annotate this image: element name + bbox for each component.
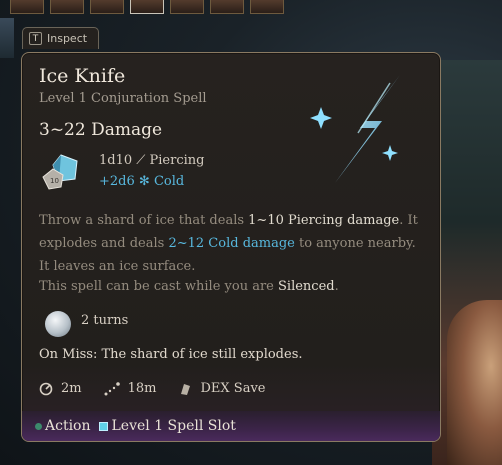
action-cost: Action [35,418,91,434]
primary-damage-dice: 1d10 [99,153,133,168]
aoe-radius: 2m [61,381,82,396]
spell-title: Ice Knife [39,65,126,87]
radius-icon [39,382,53,395]
description-text: Throw a shard of ice that deals [39,213,249,228]
spell-slot-cost: Level 1 Spell Slot [98,418,236,434]
primary-damage: 1d10 ⟋ Piercing [99,153,204,168]
secondary-damage: +2d6 ✻ Cold [99,174,184,189]
dagger-icon: ⟋ [136,153,146,168]
hotbar-slot[interactable] [210,0,244,14]
save-icon [181,383,191,395]
spell-description: Throw a shard of ice that deals 1~10 Pie… [39,209,429,278]
silenced-text: . [334,279,339,294]
inspect-tab[interactable]: T Inspect [22,27,99,49]
snowflake-icon: ✻ [138,174,150,189]
background-character [447,300,502,465]
hotbar-slot[interactable] [90,0,124,14]
range-value: 18m [127,381,157,396]
inspect-label: Inspect [47,32,88,45]
secondary-damage-type: Cold [153,174,185,189]
duration: 2 turns [81,313,129,328]
cost-bar: Action Level 1 Spell Slot [22,411,440,441]
hotbar-slot[interactable] [50,0,84,14]
damage-range: 3~22 Damage [39,120,163,140]
dice-icon: 10 [42,154,78,190]
save-stat: DEX Save [178,381,265,396]
hotbar [0,0,320,18]
range-stat: 18m [104,381,157,396]
range-icon [104,381,120,395]
keybind-icon: T [29,32,42,45]
svg-text:10: 10 [50,177,59,185]
spell-stats: 2m 18m DEX Save [39,381,287,396]
action-cost-label: Action [45,418,91,434]
save-type: DEX Save [200,381,266,396]
description-highlight: 2~12 Cold damage [168,236,295,251]
hotbar-slot[interactable] [250,0,284,14]
action-dot-icon [35,422,42,430]
hotbar-slot[interactable] [10,0,44,14]
hotbar-side-slot[interactable] [0,18,14,58]
spell-subtitle: Level 1 Conjuration Spell [39,91,207,106]
silenced-keyword[interactable]: Silenced [278,279,335,294]
hotbar-slot[interactable] [170,0,204,14]
silenced-note: This spell can be cast while you are Sil… [39,279,339,294]
silenced-text: This spell can be cast while you are [39,279,278,294]
on-miss-note: On Miss: The shard of ice still explodes… [39,347,303,362]
hotbar-slot-selected[interactable] [130,0,164,14]
primary-damage-type: Piercing [149,153,205,168]
aoe-stat: 2m [39,381,82,396]
spell-slot-icon [98,421,108,431]
ice-shard-icon [310,75,400,183]
secondary-damage-dice: +2d6 [99,174,135,189]
spell-slot-label: Level 1 Spell Slot [111,418,236,434]
spell-tooltip: Ice Knife Level 1 Conjuration Spell 3~22… [21,52,441,442]
description-highlight: 1~10 Piercing damage [248,213,400,228]
moon-icon [45,311,71,337]
